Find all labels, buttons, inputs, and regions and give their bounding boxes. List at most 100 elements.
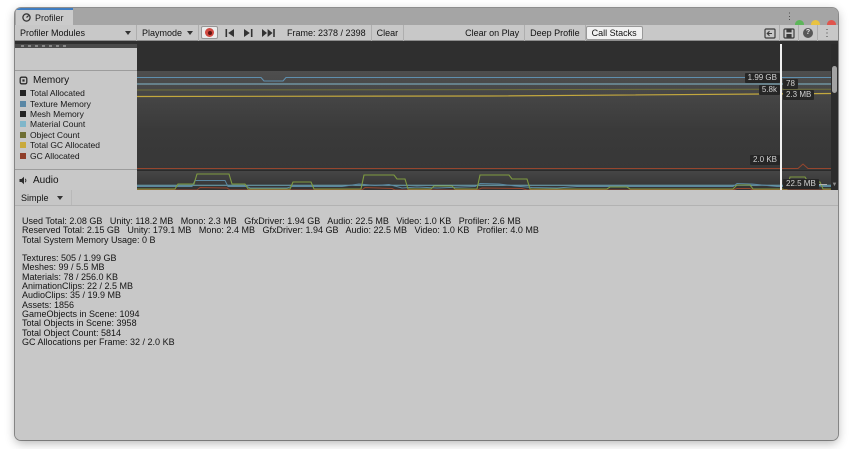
speaker-icon (19, 176, 28, 185)
legend-item-total-gc-allocated[interactable]: Total GC Allocated (15, 140, 137, 150)
profiler-gauge-icon (22, 13, 31, 22)
selected-frame-indicator[interactable] (780, 44, 782, 190)
details-line: Materials: 78 / 256.0 KB (22, 271, 119, 282)
memory-module-header[interactable]: Memory (15, 71, 137, 88)
playmode-dropdown[interactable]: Playmode (137, 25, 198, 40)
gc-allocated-line (137, 163, 831, 169)
audio-chart[interactable] (137, 170, 831, 190)
load-icon (764, 27, 776, 39)
tab-profiler-label: Profiler (35, 12, 64, 23)
clear-on-play-button[interactable]: Clear on Play (460, 25, 524, 40)
value-badge-material-count: 78 (783, 79, 798, 89)
tab-profiler[interactable]: Profiler (16, 8, 73, 25)
legend-item-material-count[interactable]: Material Count (15, 119, 137, 129)
chart-area[interactable]: 1.99 GB 78 5.8k 2.3 MB 2.0 KB 22.5 MB (137, 44, 831, 190)
details-line: Assets: 1856 (22, 299, 75, 310)
audio-module-panel: Audio (15, 170, 137, 190)
clipped-legend-text (21, 45, 67, 47)
legend-label: Mesh Memory (30, 108, 84, 119)
memory-module-panel: Memory Total Allocated Texture Memory Me… (15, 71, 137, 170)
legend-label: Total Allocated (30, 88, 85, 99)
memory-chart[interactable] (137, 71, 831, 170)
details-line: GC Allocations per Frame: 32 / 2.0 KB (22, 336, 175, 347)
profiler-modules-label: Profiler Modules (20, 27, 86, 38)
legend-swatch (20, 131, 26, 138)
toolbar-right-group: ? ⋮ (761, 25, 836, 41)
legend-swatch (20, 110, 26, 117)
chevron-down-icon (125, 30, 131, 35)
save-icon (783, 27, 795, 39)
previous-module-chart (137, 44, 831, 71)
frame-counter: Frame: 2378 / 2398 (287, 27, 366, 38)
legend-item-texture-memory[interactable]: Texture Memory (15, 98, 137, 109)
profiler-window: Profiler ⋮ Profiler Modules Playmode Fra… (15, 8, 838, 440)
next-frame-button[interactable] (239, 25, 258, 40)
legend-label: GC Allocated (30, 150, 80, 161)
details-view-label: Simple (21, 192, 49, 203)
load-button[interactable] (761, 25, 779, 41)
profiler-window-page: Profiler ⋮ Profiler Modules Playmode Fra… (0, 0, 850, 449)
previous-frame-button[interactable] (220, 25, 239, 40)
help-button[interactable]: ? (799, 25, 817, 41)
value-badge-audio-memory: 22.5 MB (783, 179, 819, 189)
details-line: Total System Memory Usage: 0 B (22, 234, 156, 245)
legend-item-mesh-memory[interactable]: Mesh Memory (15, 109, 137, 119)
legend-swatch (20, 152, 26, 159)
legend-label: Object Count (30, 129, 80, 140)
legend-swatch (20, 142, 26, 149)
legend-swatch (20, 100, 26, 107)
audio-module-header[interactable]: Audio (15, 170, 137, 188)
legend-item-gc-allocated[interactable]: GC Allocated (15, 150, 137, 161)
tabstrip-menu-icon[interactable]: ⋮ (785, 11, 794, 22)
value-badge-total-gc: 2.3 MB (783, 90, 815, 100)
details-spacer (22, 245, 838, 254)
module-scrollbar[interactable]: ▼ (831, 44, 838, 190)
value-badge-texture-memory: 1.99 GB (744, 73, 780, 83)
details-line: Meshes: 99 / 5.5 MB (22, 262, 105, 273)
toolbar-separator (403, 24, 405, 41)
details-line: AudioClips: 35 / 19.9 MB (22, 290, 122, 301)
value-badge-object-count: 5.8k (758, 84, 780, 95)
chevron-down-icon (187, 30, 194, 35)
memory-chip-icon (19, 76, 28, 85)
module-sidebar: Memory Total Allocated Texture Memory Me… (15, 44, 137, 190)
legend-swatch (20, 90, 26, 97)
last-frame-icon (262, 28, 275, 37)
legend-item-object-count[interactable]: Object Count (15, 130, 137, 140)
details-view-dropdown[interactable]: Simple (15, 190, 72, 205)
clear-button[interactable]: Clear (372, 25, 404, 40)
previous-module-area (15, 48, 137, 71)
toolbar-menu-button[interactable]: ⋮ (818, 25, 836, 41)
chevron-down-icon (56, 195, 63, 200)
playmode-label: Playmode (142, 27, 183, 38)
record-button[interactable] (201, 26, 219, 39)
profiler-modules-dropdown[interactable]: Profiler Modules (15, 25, 136, 40)
call-stacks-button[interactable]: Call Stacks (585, 25, 643, 40)
save-button[interactable] (780, 25, 798, 41)
next-frame-icon (244, 28, 253, 37)
scroll-down-arrow-icon[interactable]: ▼ (831, 182, 838, 188)
toolbar-separator (198, 24, 200, 41)
audio-chart-lines (137, 173, 831, 190)
legend-label: Total GC Allocated (30, 140, 100, 151)
details-line: Total Objects in Scene: 3958 (22, 318, 137, 329)
details-line: GameObjects in Scene: 1094 (22, 308, 140, 319)
legend-label: Material Count (30, 119, 86, 130)
object-count-line (137, 88, 831, 91)
memory-details-pane: Used Total: 2.08 GB Unity: 118.2 MB Mono… (15, 206, 838, 440)
profiler-main-row: Memory Total Allocated Texture Memory Me… (15, 44, 838, 190)
total-gc-allocated-line (137, 92, 831, 98)
audio-value-tick (819, 184, 827, 185)
value-badge-gc-allocated: 2.0 KB (749, 155, 780, 165)
help-icon: ? (803, 28, 813, 38)
scrollbar-thumb[interactable] (832, 66, 837, 93)
memory-module-label: Memory (33, 75, 70, 86)
deep-profile-button[interactable]: Deep Profile (525, 25, 585, 40)
details-line: Textures: 505 / 1.99 GB (22, 253, 117, 264)
legend-item-total-allocated[interactable]: Total Allocated (15, 88, 137, 98)
current-frame-button[interactable] (258, 25, 280, 40)
tab-strip: Profiler ⋮ (15, 8, 838, 29)
record-icon (205, 28, 215, 37)
memory-chart-lines (137, 76, 831, 169)
details-line: AnimationClips: 22 / 2.5 MB (22, 281, 134, 292)
